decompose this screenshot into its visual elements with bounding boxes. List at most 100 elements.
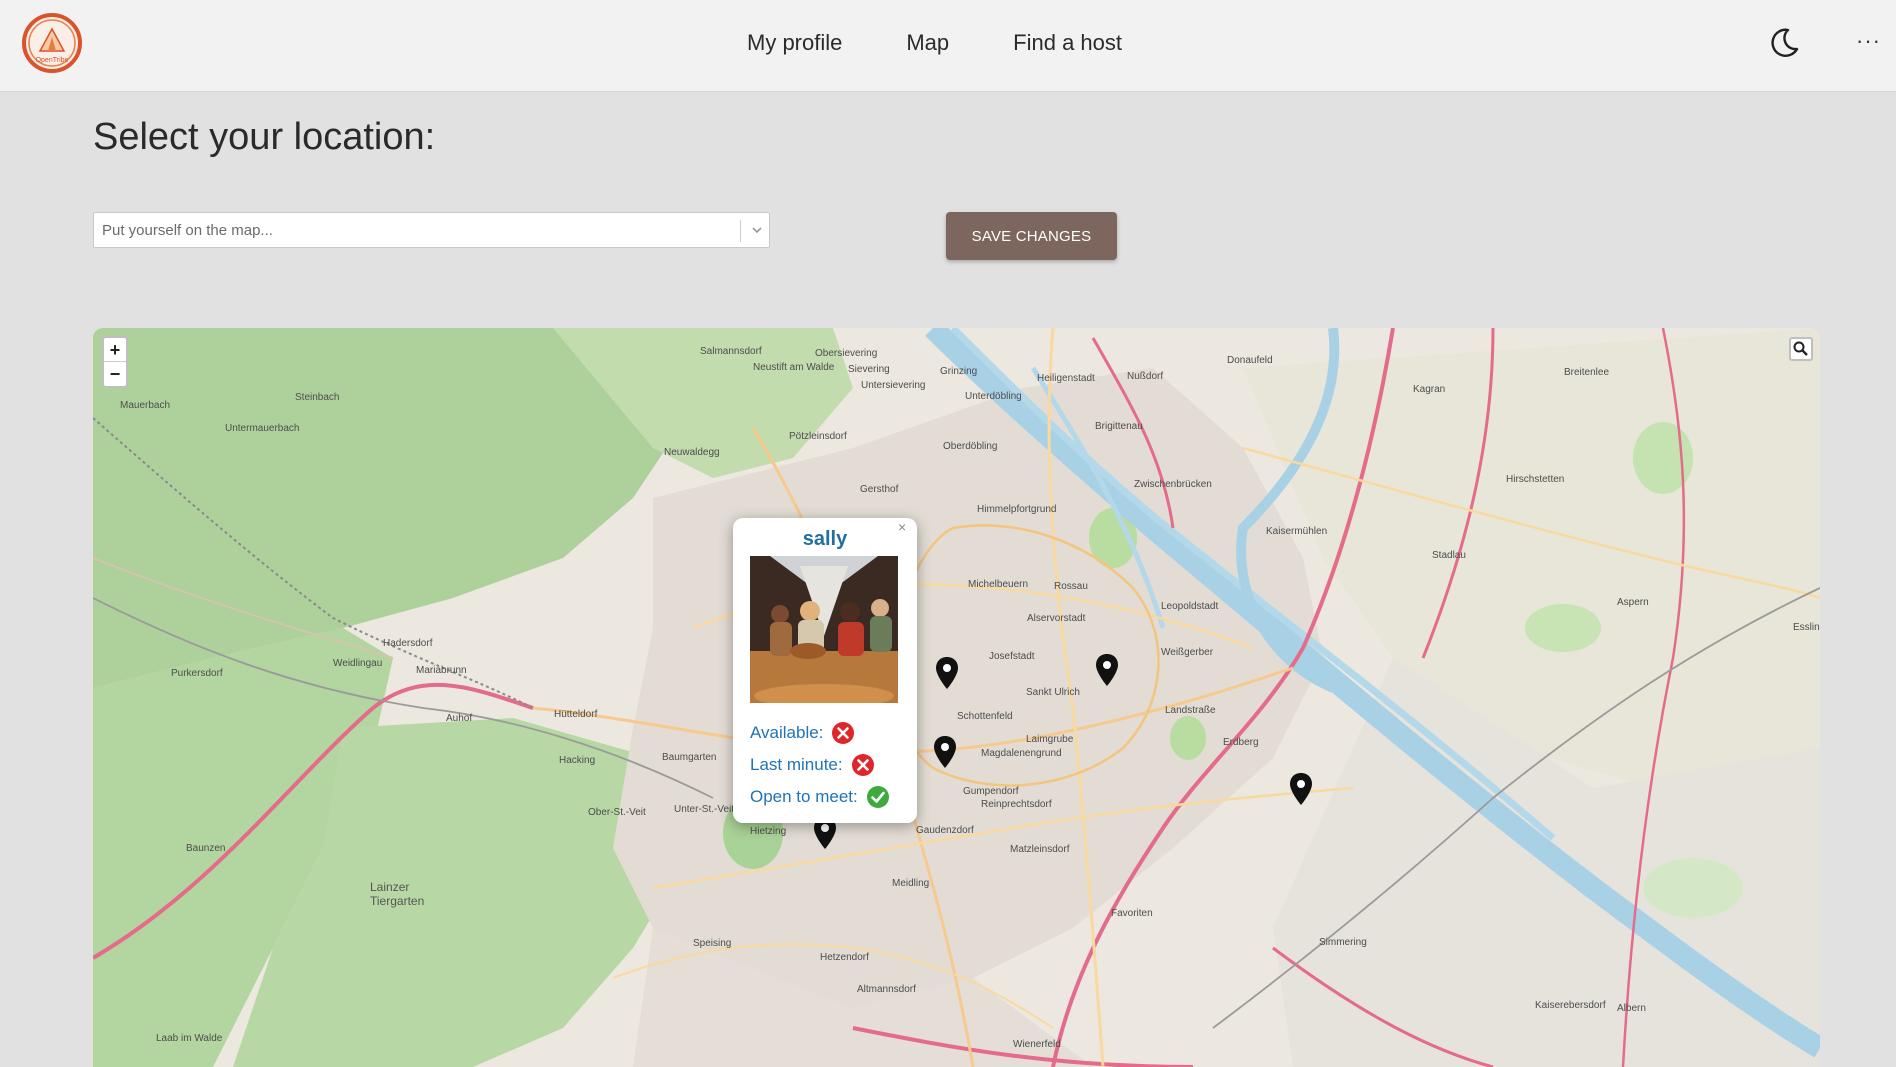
zoom-control: + − [102,336,128,388]
place-label: Landstraße [1165,705,1216,716]
place-label: Untermauerbach [225,423,300,434]
cross-circle-icon [832,722,855,744]
search-icon [1793,341,1808,356]
place-label: Speising [693,938,732,949]
place-label: Gersthof [860,484,899,495]
place-label: Erdberg [1223,737,1259,748]
open-to-meet-row: Open to meet: [750,784,890,810]
place-label: Schottenfeld [957,711,1013,722]
place-label: Breitenlee [1564,367,1610,378]
place-label: Matzleinsdorf [1010,844,1070,855]
available-label: Available: [750,723,824,742]
place-label: Grinzing [940,366,978,377]
moon-icon[interactable] [1766,25,1802,61]
place-label: Stadlau [1432,550,1466,561]
place-label: Magdalenengrund [981,748,1062,759]
nav-map[interactable]: Map [906,30,949,56]
place-label: Neuwaldegg [664,447,720,458]
place-label: Steinbach [295,392,340,403]
svg-text:OpenTribe: OpenTribe [36,57,69,64]
place-label: Purkersdorf [171,668,223,679]
available-row: Available: [750,720,855,746]
map-marker-icon[interactable] [1095,653,1119,687]
place-label: Donaufeld [1227,355,1273,366]
place-label: Untersievering [861,380,926,391]
place-label: Nußdorf [1127,371,1164,382]
place-label: Mauerbach [120,400,171,411]
place-label: Unter-St.-Veit [674,804,735,815]
map-marker-icon[interactable] [933,735,957,769]
top-navbar: OpenTribe My profile Map Find a host ··· [0,0,1896,92]
place-label: Ober-St.-Veit [588,807,646,818]
popup-user-name[interactable]: sally [733,528,917,551]
place-label: Reinprechtsdorf [981,799,1052,810]
place-label: Hadersdorf [383,638,433,649]
last-minute-row: Last minute: [750,752,875,778]
page-title: Select your location: [93,116,436,158]
place-label: Josefstadt [989,651,1035,662]
place-label: Auhof [446,713,473,724]
save-changes-button[interactable]: SAVE CHANGES [946,212,1117,260]
location-select[interactable]: Put yourself on the map... [93,212,770,248]
place-label: Meidling [892,878,930,889]
place-label: Weißgerber [1161,647,1214,658]
check-circle-icon [866,786,889,808]
place-label: Hirschstetten [1506,474,1565,485]
location-select-placeholder: Put yourself on the map... [102,222,273,239]
place-label: Kaisermühlen [1266,526,1328,537]
app-logo[interactable]: OpenTribe [20,11,84,75]
place-label: Himmelpfortgrund [977,504,1057,515]
place-label: Oberdöbling [943,441,998,452]
more-menu-icon[interactable]: ··· [1856,28,1881,54]
select-divider [740,220,741,242]
user-photo [750,556,898,703]
place-label: Hietzing [750,826,787,837]
place-label: Aspern [1617,597,1649,608]
place-label: Mariabrunn [416,665,467,676]
map-view[interactable]: Grinzing Heiligenstadt Nußdorf Donaufeld… [93,328,1820,1067]
map-marker-icon[interactable] [1289,772,1313,806]
place-label: Hetzendorf [820,952,869,963]
place-label: Hütteldorf [554,709,598,720]
place-label: Laimgrube [1026,734,1074,745]
place-label: Brigittenau [1095,421,1143,432]
chevron-down-icon[interactable] [746,219,768,241]
place-label: Michelbeuern [968,579,1029,590]
place-label: Heiligenstadt [1037,373,1095,384]
place-label: Salmannsdorf [700,346,762,357]
place-label: Albern [1617,1003,1646,1014]
place-label: Rossau [1054,581,1088,592]
place-label: Unterdöbling [965,391,1022,402]
place-label: Gumpendorf [963,786,1019,797]
place-label: Pötzleinsdorf [789,431,847,442]
place-label: Baumgarten [662,752,717,763]
place-label: Kagran [1413,384,1446,395]
place-label: Wienerfeld [1013,1039,1061,1050]
place-label: Obersievering [815,348,878,359]
zoom-in-button[interactable]: + [104,338,126,362]
place-label: Hacking [559,755,596,766]
map-marker-icon[interactable] [935,656,959,690]
place-label: Simmering [1319,937,1367,948]
user-popup: × sally Available: Last minute: Open to … [733,518,917,823]
nav-find-a-host[interactable]: Find a host [1013,30,1122,56]
map-tiles[interactable] [93,328,1820,1067]
place-label: Kaiserebersdorf [1535,1000,1606,1011]
map-search-button[interactable] [1789,337,1813,361]
last-minute-label: Last minute: [750,755,843,774]
cross-circle-icon [851,754,874,776]
place-label: Alservorstadt [1027,613,1086,624]
place-label: Baunzen [186,843,226,854]
nav-my-profile[interactable]: My profile [747,30,842,56]
place-label: Sankt Ulrich [1026,687,1080,698]
place-label: Lainzer Tiergarten [370,880,425,908]
place-label: Sievering [848,364,890,375]
place-label: Zwischenbrücken [1134,479,1212,490]
place-label: Neustift am Walde [753,362,835,373]
place-label: Weidlingau [333,658,383,669]
open-to-meet-label: Open to meet: [750,787,858,806]
zoom-out-button[interactable]: − [104,362,126,386]
place-label: Laab im Walde [156,1033,223,1044]
main-nav: My profile Map Find a host [747,30,1186,56]
place-label: Leopoldstadt [1161,601,1219,612]
